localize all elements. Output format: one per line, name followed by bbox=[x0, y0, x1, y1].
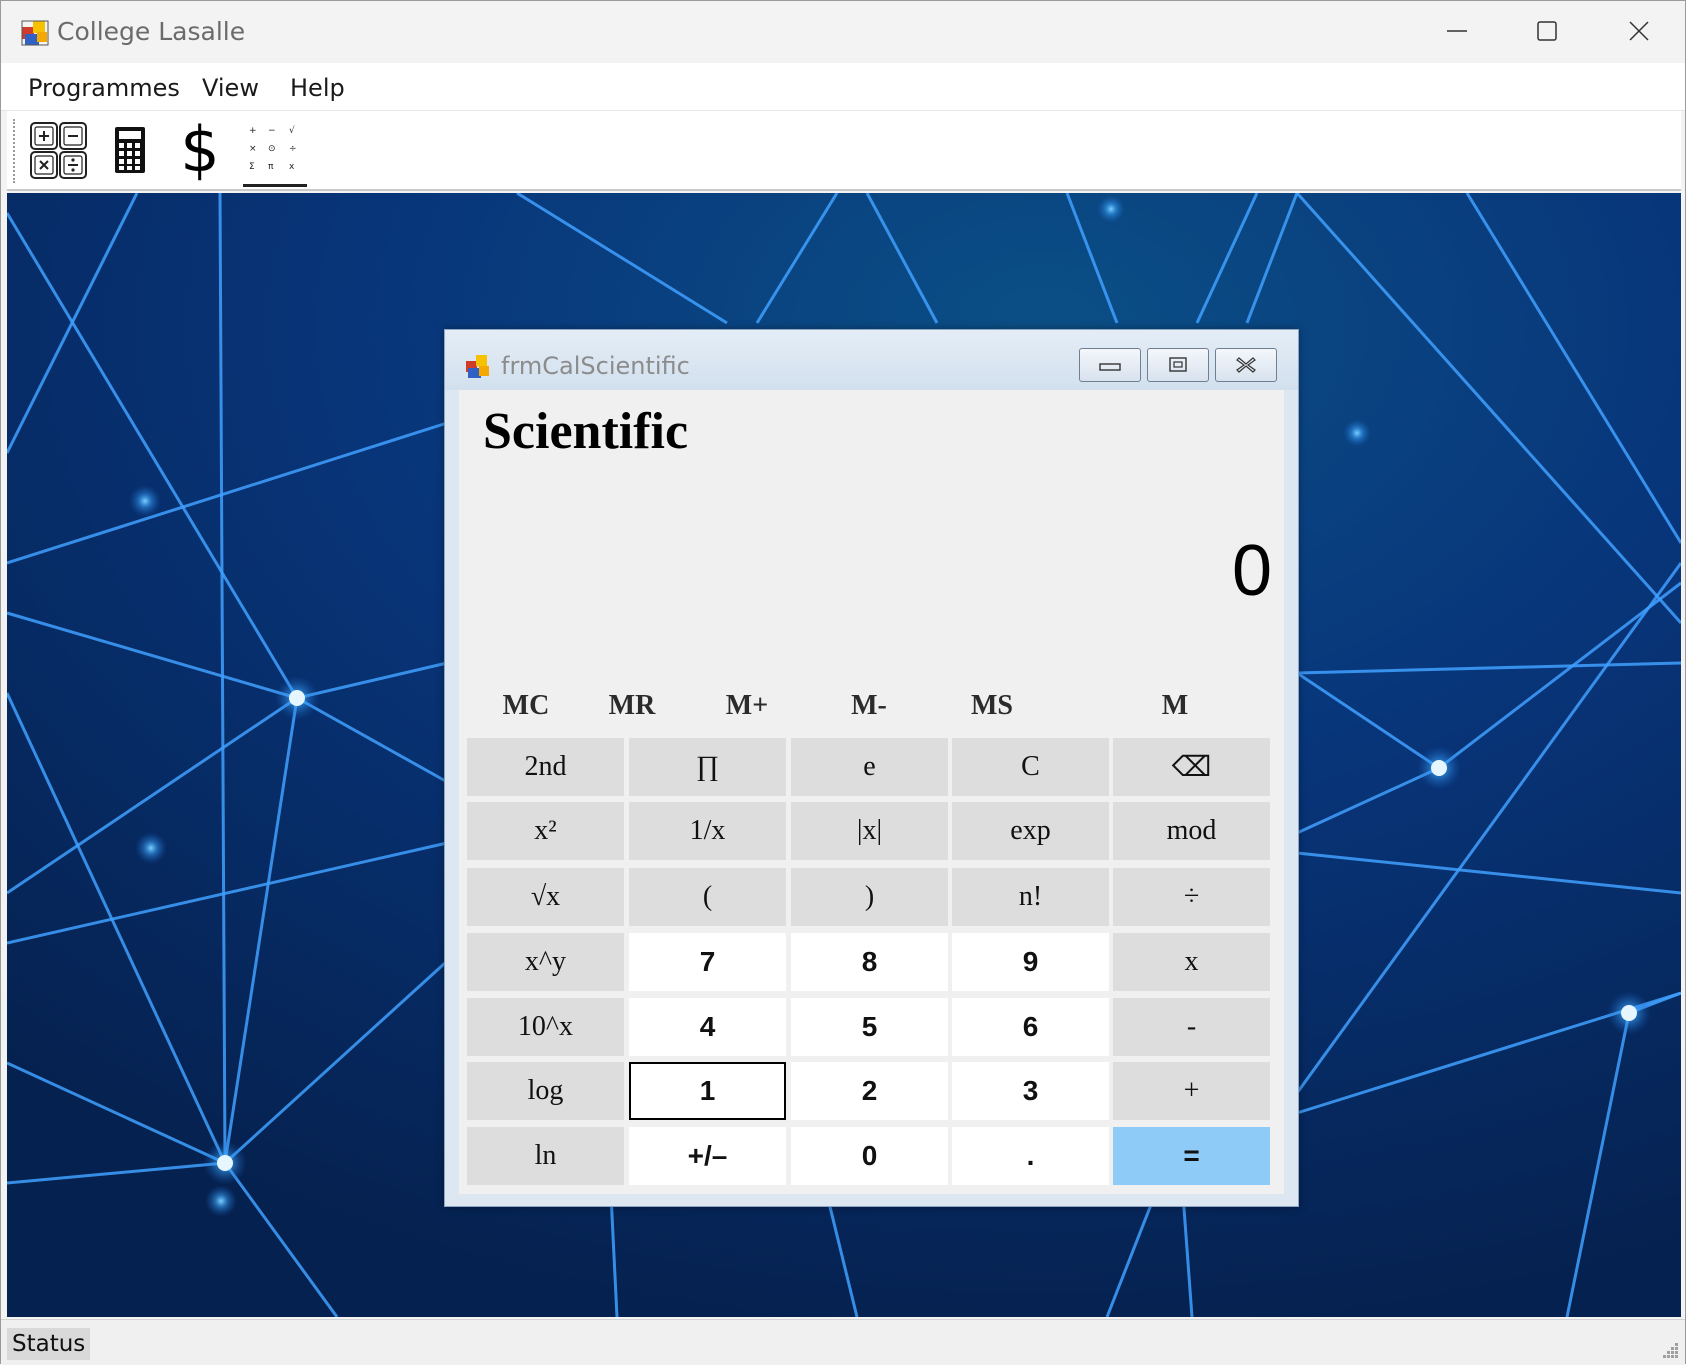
minimize-icon bbox=[1447, 30, 1467, 32]
scientific-grid-icon: + − √ × ⊙ ÷ Σπ x bbox=[249, 125, 297, 172]
calculator-body: Scientific 0 MC MR M+ M- MS M 2nd ∏ e C ⌫ x² 1/x |x|… bbox=[459, 390, 1284, 1194]
scientific-calculator-window: frmCalScientific Scientific 0 MC MR M+ M- MS… bbox=[444, 329, 1299, 1207]
svg-text:−: − bbox=[268, 126, 276, 136]
dollar-icon: $ bbox=[180, 117, 219, 183]
scientific-button[interactable]: + − √ × ⊙ ÷ Σπ x bbox=[241, 117, 307, 187]
svg-text:Σ: Σ bbox=[249, 162, 255, 172]
main-window: College Lasalle Programmes View Help $ +… bbox=[0, 0, 1686, 1365]
resize-grip-icon[interactable] bbox=[1659, 1339, 1679, 1359]
toolbar: $ + − √ × ⊙ ÷ Σπ x bbox=[7, 111, 1681, 191]
calculator-heading: Scientific bbox=[483, 403, 689, 460]
app-icon bbox=[21, 20, 49, 46]
euler-key[interactable]: e bbox=[791, 738, 948, 796]
close-icon bbox=[1629, 21, 1649, 41]
memory-button-ms[interactable]: MS bbox=[949, 686, 1035, 726]
svg-text:×: × bbox=[249, 144, 257, 154]
title-bar[interactable]: College Lasalle bbox=[1, 1, 1685, 63]
close-button[interactable] bbox=[1593, 1, 1685, 61]
window-title: College Lasalle bbox=[57, 17, 246, 46]
currency-button[interactable]: $ bbox=[167, 117, 233, 183]
svg-text:√: √ bbox=[289, 125, 295, 136]
square-key[interactable]: x² bbox=[467, 802, 624, 860]
restore-icon bbox=[1169, 357, 1187, 372]
decimal-key[interactable]: . bbox=[952, 1127, 1109, 1185]
status-label: Status bbox=[7, 1328, 91, 1360]
digit-2-key[interactable]: 2 bbox=[791, 1062, 948, 1120]
mdi-background: frmCalScientific Scientific 0 MC MR M+ M- MS… bbox=[7, 193, 1681, 1317]
square-root-key[interactable]: √x bbox=[467, 868, 624, 926]
menu-programmes[interactable]: Programmes bbox=[28, 71, 180, 105]
basic-calculator-button[interactable] bbox=[27, 117, 93, 183]
menu-view[interactable]: View bbox=[202, 71, 259, 105]
child-minimize-button[interactable] bbox=[1079, 348, 1141, 382]
digit-0-key[interactable]: 0 bbox=[791, 1127, 948, 1185]
child-close-button[interactable] bbox=[1215, 348, 1277, 382]
basic-calculator-icon bbox=[30, 122, 87, 179]
ten-power-key[interactable]: 10^x bbox=[467, 998, 624, 1056]
calculator-display: 0 bbox=[1231, 531, 1272, 611]
multiply-key[interactable]: x bbox=[1113, 933, 1270, 991]
digit-1-key[interactable]: 1 bbox=[629, 1062, 786, 1120]
digit-9-key[interactable]: 9 bbox=[952, 933, 1109, 991]
maximize-icon bbox=[1537, 21, 1557, 41]
minimize-button[interactable] bbox=[1411, 1, 1503, 61]
divide-key[interactable]: ÷ bbox=[1113, 868, 1270, 926]
toolbar-grip[interactable] bbox=[13, 119, 17, 183]
svg-text:π: π bbox=[268, 162, 274, 172]
memory-button-mminus[interactable]: M- bbox=[826, 686, 912, 726]
reciprocal-key[interactable]: 1/x bbox=[629, 802, 786, 860]
product-key[interactable]: ∏ bbox=[629, 738, 786, 796]
open-paren-key[interactable]: ( bbox=[629, 868, 786, 926]
digit-4-key[interactable]: 4 bbox=[629, 998, 786, 1056]
digit-5-key[interactable]: 5 bbox=[791, 998, 948, 1056]
digit-3-key[interactable]: 3 bbox=[952, 1062, 1109, 1120]
absolute-key[interactable]: |x| bbox=[791, 802, 948, 860]
svg-text:÷: ÷ bbox=[289, 144, 297, 154]
second-function-key[interactable]: 2nd bbox=[467, 738, 624, 796]
memory-button-mplus[interactable]: M+ bbox=[704, 686, 790, 726]
digit-7-key[interactable]: 7 bbox=[629, 933, 786, 991]
memory-button-mr[interactable]: MR bbox=[589, 686, 675, 726]
calculator-button[interactable] bbox=[97, 117, 163, 183]
menu-help[interactable]: Help bbox=[290, 71, 345, 105]
calculator-icon bbox=[115, 127, 145, 173]
exp-key[interactable]: exp bbox=[952, 802, 1109, 860]
menu-bar: Programmes View Help bbox=[1, 63, 1685, 111]
form-icon bbox=[466, 355, 489, 378]
log-key[interactable]: log bbox=[467, 1062, 624, 1120]
ln-key[interactable]: ln bbox=[467, 1127, 624, 1185]
mod-key[interactable]: mod bbox=[1113, 802, 1270, 860]
equals-key[interactable]: = bbox=[1113, 1127, 1270, 1185]
clear-key[interactable]: C bbox=[952, 738, 1109, 796]
status-bar: Status bbox=[1, 1319, 1685, 1365]
backspace-key[interactable]: ⌫ bbox=[1113, 738, 1270, 796]
svg-text:$: $ bbox=[180, 117, 219, 183]
digit-6-key[interactable]: 6 bbox=[952, 998, 1109, 1056]
close-icon bbox=[1236, 357, 1256, 373]
negate-key[interactable]: +/– bbox=[629, 1127, 786, 1185]
maximize-button[interactable] bbox=[1501, 1, 1593, 61]
minimize-icon bbox=[1099, 363, 1121, 371]
factorial-key[interactable]: n! bbox=[952, 868, 1109, 926]
child-restore-button[interactable] bbox=[1147, 348, 1209, 382]
child-title-bar[interactable]: frmCalScientific bbox=[445, 330, 1298, 390]
power-key[interactable]: x^y bbox=[467, 933, 624, 991]
memory-button-m[interactable]: M bbox=[1135, 686, 1215, 726]
child-window-title: frmCalScientific bbox=[501, 352, 690, 380]
digit-8-key[interactable]: 8 bbox=[791, 933, 948, 991]
close-paren-key[interactable]: ) bbox=[791, 868, 948, 926]
subtract-key[interactable]: - bbox=[1113, 998, 1270, 1056]
memory-button-mc[interactable]: MC bbox=[483, 686, 569, 726]
svg-text:+: + bbox=[249, 126, 257, 136]
svg-text:x: x bbox=[289, 162, 295, 172]
add-key[interactable]: + bbox=[1113, 1062, 1270, 1120]
svg-text:⊙: ⊙ bbox=[268, 144, 276, 154]
